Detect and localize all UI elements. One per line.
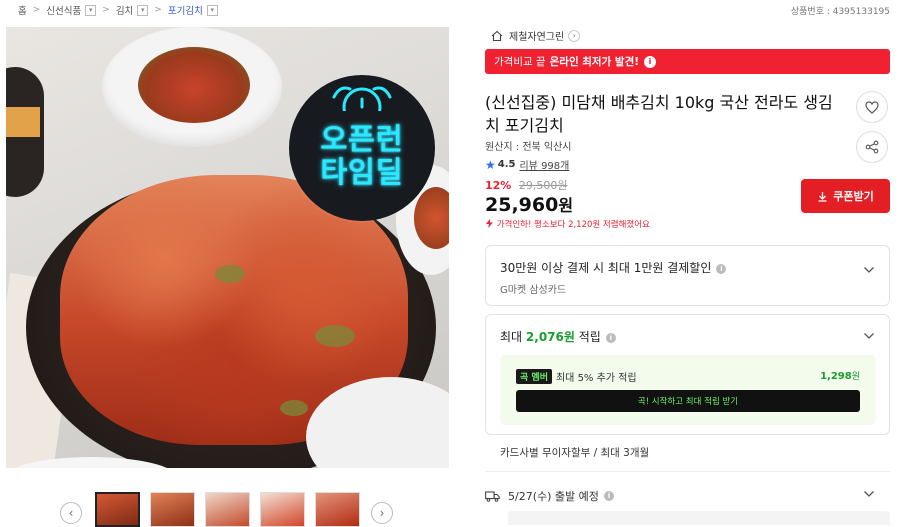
thumbnail-4[interactable] [260,492,305,527]
chevron-down-icon[interactable] [863,330,875,342]
chevron-right-icon: > [154,5,162,15]
share-button[interactable] [856,131,888,163]
top-bar: 홈 > 신선식품 ▾ > 김치 ▾ > 포기김치 ▾ 상품번호 : 439513… [0,0,900,22]
divider [485,471,890,472]
chevron-down-icon[interactable] [863,488,875,500]
original-price: 29,500원 [518,179,568,192]
lightning-icon [486,219,493,228]
sale-price-number: 25,960 [485,194,559,216]
price-drop-note: 가격인하! 평소보다 2,120원 저렴해졌어요 [485,218,650,230]
chevron-right-icon[interactable]: › [371,502,393,524]
share-icon [865,140,879,154]
membership-cta-button[interactable]: 곡! 시작하고 최대 적립 받기 [516,390,860,412]
badge-line2: 타임딜 [320,155,404,189]
image-side-dish [102,27,282,147]
chevron-right-icon: › [568,29,581,42]
card-discount-sub: G마켓 삼성카드 [500,285,567,296]
breadcrumb-fresh-food[interactable]: 신선식품 [46,3,81,17]
chevron-down-icon[interactable] [863,264,875,276]
membership-amount: 1,298원 [820,371,860,382]
store-name: 제철자연그린 [509,32,565,43]
lowest-price-banner[interactable]: 가격비교 끝 온라인 최저가 발견! i [485,49,890,74]
open-run-timedeal-badge: 오픈런 타임딜 [289,75,435,221]
banner-highlight: 온라인 최저가 발견! [549,56,640,68]
sale-price-unit: 원 [558,196,574,215]
breadcrumb: 홈 > 신선식품 ▾ > 김치 ▾ > 포기김치 ▾ [18,3,218,17]
review-count-link[interactable]: 리뷰 998개 [519,157,569,172]
points-title: 최대 2,076원 적립 i [500,328,616,345]
product-number: 상품번호 : 4395133195 [790,7,890,17]
star-icon: ★ [485,157,496,172]
heart-icon [865,100,879,114]
rating[interactable]: ★ 4.5 리뷰 998개 [485,157,569,173]
breadcrumb-pogi-kimchi[interactable]: 포기김치 [168,3,203,17]
chevron-left-icon[interactable]: ‹ [60,502,82,524]
thumbnail-1[interactable] [95,492,140,527]
download-icon [818,191,827,202]
membership-logo: 곡 멤버 [516,369,552,384]
card-discount-title: 30만원 이상 결제 시 최대 1만원 결제할인 i [500,259,727,276]
home-icon [491,30,503,41]
discount-percent: 12% [485,179,512,192]
coupon-button-label: 쿠폰받기 [833,190,874,203]
wishlist-button[interactable] [856,91,888,123]
info-icon[interactable]: i [605,332,616,343]
chevron-right-icon: > [102,5,110,15]
thumbnail-2[interactable] [150,492,195,527]
installment-info: 카드사별 무이자할부 / 최대 3개월 [500,447,650,459]
chevron-down-icon[interactable]: ▾ [137,4,149,16]
shipping-info[interactable]: 5/27(수) 출발 예정 i [485,488,614,504]
store-link[interactable]: 제철자연그린 › [491,28,581,43]
shipping-detail-panel [508,511,890,525]
points-amount: 2,076원 [525,330,575,344]
points-box[interactable]: 최대 2,076원 적립 i 곡 멤버 최대 5% 추가 적립 1,298원 곡!… [485,314,890,435]
info-icon[interactable]: i [603,491,614,501]
product-main-image[interactable]: 오픈런 타임딜 [6,27,449,468]
info-icon: i [644,55,657,68]
badge-line1: 오픈런 [320,122,404,156]
thumbnail-5[interactable] [315,492,360,527]
product-origin: 원산지 : 전북 익산시 [485,142,572,153]
rating-score: 4.5 [497,159,516,170]
membership-text: 최대 5% 추가 적립 [555,373,637,384]
membership-row: 곡 멤버 최대 5% 추가 적립 [516,369,637,384]
price-drop-text: 가격인하! 평소보다 2,120원 저렴해졌어요 [496,220,650,230]
alarm-clock-icon [332,86,392,111]
thumbnail-strip: ‹ › [60,490,400,527]
chevron-right-icon: > [32,5,41,15]
chevron-down-icon[interactable]: ▾ [85,4,97,16]
banner-prefix: 가격비교 끝 [494,56,546,68]
thumbnail-3[interactable] [205,492,250,527]
breadcrumb-home[interactable]: 홈 [18,3,27,17]
membership-panel: 곡 멤버 최대 5% 추가 적립 1,298원 곡! 시작하고 최대 적립 받기 [500,355,876,425]
sale-price: 25,960원 [485,192,573,216]
chevron-down-icon[interactable]: ▾ [206,4,218,16]
discount-line: 12% 29,500원 [485,177,567,193]
product-title: (신선집중) 미담채 배추김치 10kg 국산 전라도 생김치 포기김치 [485,93,833,135]
coupon-button[interactable]: 쿠폰받기 [801,179,890,213]
info-icon[interactable]: i [716,263,727,274]
breadcrumb-kimchi[interactable]: 김치 [116,3,133,17]
truck-icon [485,490,500,502]
image-side-bowl [6,67,44,197]
shipping-text: 5/27(수) 출발 예정 [508,490,599,503]
card-discount-box[interactable]: 30만원 이상 결제 시 최대 1만원 결제할인 i G마켓 삼성카드 [485,245,890,306]
